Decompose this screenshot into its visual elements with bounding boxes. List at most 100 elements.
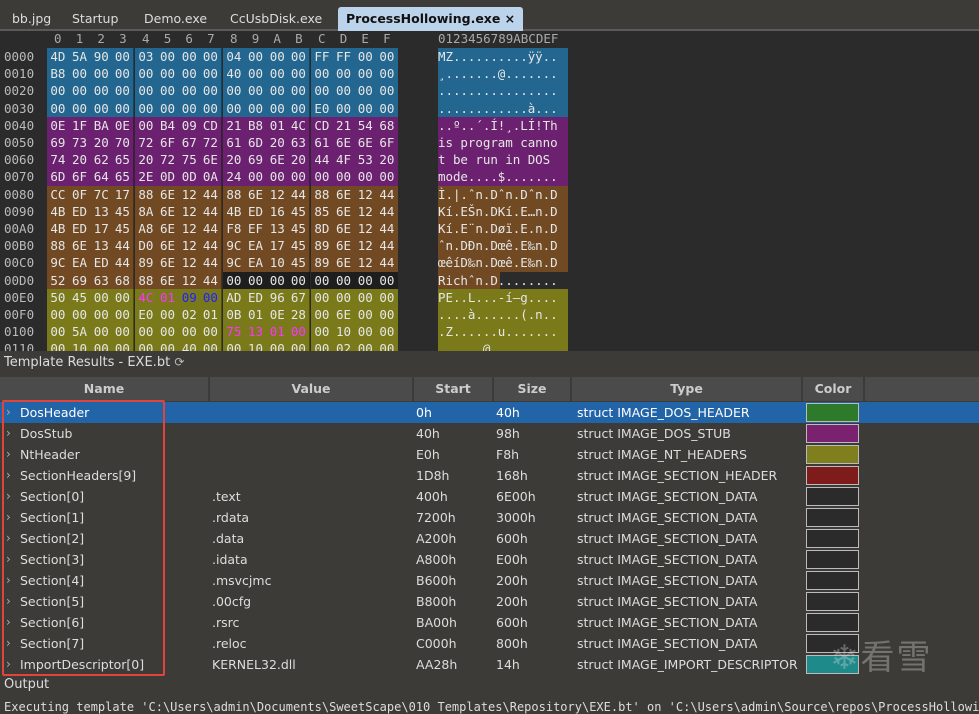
hex-byte[interactable]: 4B <box>47 220 69 238</box>
column-header-name[interactable]: Name <box>0 377 210 401</box>
hex-byte[interactable]: 00 <box>288 323 310 341</box>
hex-byte[interactable]: 00 <box>90 288 113 306</box>
hex-byte[interactable]: 44 <box>376 237 398 255</box>
hex-byte[interactable]: ED <box>244 202 267 220</box>
hex-byte[interactable]: 00 <box>156 323 179 341</box>
hex-byte[interactable]: 85 <box>311 202 333 220</box>
hex-byte[interactable]: 6E <box>332 134 355 152</box>
hex-byte[interactable]: 44 <box>376 254 398 272</box>
hex-byte[interactable]: 24 <box>223 168 245 186</box>
hex-byte[interactable]: 00 <box>244 168 267 186</box>
color-swatch[interactable] <box>806 508 859 527</box>
hex-byte[interactable]: 21 <box>223 116 245 134</box>
hex-byte[interactable]: 6E <box>332 306 355 324</box>
hex-byte[interactable]: 88 <box>223 185 245 203</box>
hex-byte[interactable]: 00 <box>156 306 179 324</box>
expand-chevron-icon[interactable]: › <box>6 507 11 528</box>
hex-byte[interactable]: 64 <box>90 168 113 186</box>
hex-byte[interactable]: E0 <box>135 306 157 324</box>
hex-byte[interactable]: 67 <box>288 288 310 306</box>
hex-byte[interactable]: 00 <box>68 82 91 100</box>
hex-byte[interactable]: 45 <box>112 220 134 238</box>
hex-byte[interactable]: 21 <box>332 116 355 134</box>
hex-byte[interactable]: 00 <box>288 271 310 289</box>
ascii-text[interactable]: ¸.......@....... <box>438 65 568 83</box>
ascii-text[interactable]: ....à......(.n.. <box>438 306 568 324</box>
hex-byte[interactable]: 4D <box>47 48 69 66</box>
hex-byte[interactable]: 65 <box>112 168 134 186</box>
hex-byte[interactable]: 6E <box>156 220 179 238</box>
hex-byte[interactable]: 00 <box>311 271 333 289</box>
hex-byte[interactable]: 20 <box>266 134 289 152</box>
hex-byte[interactable]: 00 <box>266 271 289 289</box>
hex-byte[interactable]: 00 <box>266 82 289 100</box>
hex-byte[interactable]: 00 <box>244 99 267 117</box>
ascii-text[interactable]: Kí.EŠn.DKí.E…n.D <box>438 202 568 220</box>
ascii-text[interactable]: PE..L...-í–g.... <box>438 288 568 306</box>
hex-byte[interactable]: CD <box>311 116 333 134</box>
hex-byte[interactable]: 13 <box>244 323 267 341</box>
hex-byte[interactable]: 00 <box>156 340 179 351</box>
tab-processhollowing-exe[interactable]: ProcessHollowing.exe × <box>338 7 524 31</box>
hex-byte[interactable]: 00 <box>112 65 134 83</box>
hex-byte[interactable]: 9C <box>47 254 69 272</box>
hex-byte[interactable]: 44 <box>288 185 310 203</box>
hex-byte[interactable]: 00 <box>376 288 398 306</box>
hex-byte[interactable]: 53 <box>354 151 377 169</box>
hex-byte[interactable]: 89 <box>311 254 333 272</box>
hex-byte[interactable]: 00 <box>156 65 179 83</box>
table-row[interactable]: › DosHeader 0h 40h struct IMAGE_DOS_HEADER <box>0 402 979 423</box>
hex-byte[interactable]: 44 <box>200 237 222 255</box>
hex-byte[interactable]: 00 <box>376 65 398 83</box>
ascii-text[interactable]: t be run in DOS <box>438 151 568 169</box>
hex-byte[interactable]: 00 <box>354 271 377 289</box>
color-swatch[interactable] <box>806 403 859 422</box>
hex-byte[interactable]: E0 <box>311 99 333 117</box>
hex-byte[interactable]: 13 <box>90 202 113 220</box>
hex-byte[interactable]: 00 <box>200 99 222 117</box>
expand-chevron-icon[interactable]: › <box>6 402 11 423</box>
hex-byte[interactable]: 10 <box>332 323 355 341</box>
hex-byte[interactable]: 00 <box>112 323 134 341</box>
expand-chevron-icon[interactable]: › <box>6 654 11 675</box>
hex-byte[interactable]: 6E <box>200 151 222 169</box>
hex-byte[interactable]: 13 <box>266 220 289 238</box>
hex-byte[interactable]: 73 <box>68 134 91 152</box>
hex-byte[interactable]: 90 <box>90 48 113 66</box>
tab-demo-exe[interactable]: Demo.exe <box>136 7 215 31</box>
column-header-color[interactable]: Color <box>803 377 865 401</box>
hex-byte[interactable]: 00 <box>47 99 69 117</box>
hex-byte[interactable]: 00 <box>244 271 267 289</box>
column-header-start[interactable]: Start <box>414 377 494 401</box>
hex-byte[interactable]: 12 <box>354 220 377 238</box>
hex-byte[interactable]: EA <box>244 254 267 272</box>
hex-byte[interactable]: 68 <box>376 116 398 134</box>
hex-byte[interactable]: 00 <box>288 340 310 351</box>
hex-byte[interactable]: 62 <box>90 151 113 169</box>
hex-byte[interactable]: 65 <box>112 151 134 169</box>
hex-byte[interactable]: 44 <box>376 202 398 220</box>
hex-byte[interactable]: 00 <box>90 306 113 324</box>
hex-byte[interactable]: 00 <box>200 323 222 341</box>
hex-byte[interactable]: 6D <box>47 168 69 186</box>
hex-byte[interactable]: 6E <box>332 237 355 255</box>
hex-byte[interactable]: 12 <box>178 254 201 272</box>
hex-byte[interactable]: 6E <box>156 237 179 255</box>
hex-byte[interactable]: 4C <box>288 116 310 134</box>
hex-byte[interactable]: 00 <box>112 82 134 100</box>
column-header-size[interactable]: Size <box>494 377 572 401</box>
hex-byte[interactable]: 00 <box>178 99 201 117</box>
hex-byte[interactable]: 00 <box>311 168 333 186</box>
hex-byte[interactable]: 00 <box>223 82 245 100</box>
hex-byte[interactable]: 20 <box>68 151 91 169</box>
hex-byte[interactable]: 00 <box>135 116 157 134</box>
hex-byte[interactable]: 69 <box>244 151 267 169</box>
hex-byte[interactable]: 00 <box>376 271 398 289</box>
hex-byte[interactable]: 00 <box>354 82 377 100</box>
hex-byte[interactable]: ED <box>244 288 267 306</box>
hex-byte[interactable]: 7C <box>90 185 113 203</box>
hex-byte[interactable]: 6E <box>244 185 267 203</box>
tab-ccusbdisk-exe[interactable]: CcUsbDisk.exe <box>222 7 330 31</box>
hex-byte[interactable]: 00 <box>354 48 377 66</box>
table-row[interactable]: › Section[2] .data A200h 600h struct IMAGE_SE… <box>0 528 979 549</box>
